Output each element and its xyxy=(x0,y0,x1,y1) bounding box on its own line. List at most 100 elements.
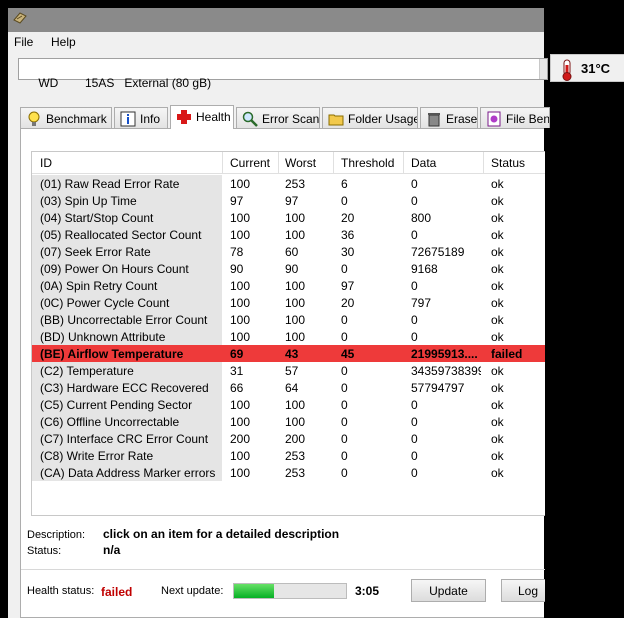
table-row[interactable]: (C6) Offline Uncorrectable 100 100 0 0 ok xyxy=(32,413,545,430)
main-window: File Help WD 15AS External (80 gB) Bench… xyxy=(8,8,550,618)
tab-file-benc[interactable]: File Benc xyxy=(480,107,550,128)
column-header-threshold[interactable]: Threshold xyxy=(341,156,394,170)
attribute-id-cell: (BD) Unknown Attribute xyxy=(32,328,222,345)
data-cell: 0 xyxy=(411,194,418,208)
tab-error-scan[interactable]: Error Scan xyxy=(236,107,320,128)
table-row[interactable]: (CA) Data Address Marker errors 100 253 0 0 o… xyxy=(32,464,545,481)
table-row[interactable]: (C8) Write Error Rate 100 253 0 0 ok xyxy=(32,447,545,464)
status-cell: ok xyxy=(491,415,504,429)
status-cell: ok xyxy=(491,398,504,412)
tab-folder-usage[interactable]: Folder Usage xyxy=(322,107,418,128)
threshold-cell: 0 xyxy=(341,398,348,412)
data-cell: 21995913.... xyxy=(411,347,478,361)
data-cell: 0 xyxy=(411,177,418,191)
table-row[interactable]: (BD) Unknown Attribute 100 100 0 0 ok xyxy=(32,328,545,345)
table-row[interactable]: (0A) Spin Retry Count 100 100 97 0 ok xyxy=(32,277,545,294)
tab-bar: Benchmark Info Health Error Scan Folder Usag… xyxy=(20,105,550,129)
status-cell: ok xyxy=(491,262,504,276)
table-row[interactable]: (03) Spin Up Time 97 97 0 0 ok xyxy=(32,192,545,209)
table-row[interactable]: (BB) Uncorrectable Error Count 100 100 0 0 ok xyxy=(32,311,545,328)
current-cell: 90 xyxy=(230,262,244,276)
data-cell: 0 xyxy=(411,398,418,412)
table-row[interactable]: (01) Raw Read Error Rate 100 253 6 0 ok xyxy=(32,175,545,192)
smart-attributes-table[interactable]: ID Current Worst Threshold Data Status (… xyxy=(31,151,545,516)
attribute-id-cell: (BB) Uncorrectable Error Count xyxy=(32,311,222,328)
health-status-label: Health status: xyxy=(27,585,95,597)
chevron-down-icon[interactable] xyxy=(539,59,547,79)
attribute-id-cell: (BE) Airflow Temperature xyxy=(32,345,222,362)
current-cell: 97 xyxy=(230,194,244,208)
column-header-data[interactable]: Data xyxy=(411,156,436,170)
lightbulb-icon xyxy=(28,111,40,126)
worst-cell: 97 xyxy=(285,194,299,208)
threshold-cell: 6 xyxy=(341,177,348,191)
tab-label: Health xyxy=(196,110,231,124)
column-header-worst[interactable]: Worst xyxy=(285,156,316,170)
trash-icon xyxy=(428,113,440,127)
worst-cell: 100 xyxy=(285,279,306,293)
threshold-cell: 20 xyxy=(341,211,355,225)
threshold-cell: 30 xyxy=(341,245,355,259)
current-cell: 100 xyxy=(230,449,251,463)
status-cell: failed xyxy=(491,347,523,361)
menu-help[interactable]: Help xyxy=(51,35,76,49)
threshold-cell: 0 xyxy=(341,330,348,344)
table-row[interactable]: (BE) Airflow Temperature 69 43 45 21995913..… xyxy=(32,345,545,362)
current-cell: 78 xyxy=(230,245,244,259)
table-row[interactable]: (C2) Temperature 31 57 0 34359738399 ok xyxy=(32,362,545,379)
tab-label: Benchmark xyxy=(46,112,107,126)
threshold-cell: 0 xyxy=(341,364,348,378)
column-divider xyxy=(403,152,404,174)
current-cell: 100 xyxy=(230,466,251,480)
data-cell: 800 xyxy=(411,211,432,225)
attribute-id-cell: (09) Power On Hours Count xyxy=(32,260,222,277)
table-row[interactable]: (05) Reallocated Sector Count 100 100 36 0 ok xyxy=(32,226,545,243)
column-header-current[interactable]: Current xyxy=(230,156,270,170)
status-label: Status: xyxy=(27,545,62,557)
drive-select[interactable]: WD 15AS External (80 gB) xyxy=(18,58,548,90)
worst-cell: 64 xyxy=(285,381,299,395)
table-row[interactable]: (C3) Hardware ECC Recovered 66 64 0 57794797… xyxy=(32,379,545,396)
table-row[interactable]: (09) Power On Hours Count 90 90 0 9168 ok xyxy=(32,260,545,277)
status-cell: ok xyxy=(491,381,504,395)
tab-benchmark[interactable]: Benchmark xyxy=(20,107,112,128)
attribute-id-cell: (0C) Power Cycle Count xyxy=(32,294,222,311)
current-cell: 69 xyxy=(230,347,244,361)
table-row[interactable]: (07) Seek Error Rate 78 60 30 72675189 ok xyxy=(32,243,545,260)
threshold-cell: 0 xyxy=(341,449,348,463)
attribute-id-cell: (03) Spin Up Time xyxy=(32,192,222,209)
column-header-status[interactable]: Status xyxy=(491,156,525,170)
status-cell: ok xyxy=(491,228,504,242)
status-cell: ok xyxy=(491,296,504,310)
table-row[interactable]: (0C) Power Cycle Count 100 100 20 797 ok xyxy=(32,294,545,311)
health-status-value: failed xyxy=(101,585,133,599)
status-cell: ok xyxy=(491,279,504,293)
temperature-indicator: 31°C xyxy=(550,54,624,82)
column-header-id[interactable]: ID xyxy=(40,156,52,170)
tab-info[interactable]: Info xyxy=(114,107,168,128)
worst-cell: 253 xyxy=(285,466,306,480)
current-cell: 100 xyxy=(230,330,251,344)
current-cell: 100 xyxy=(230,415,251,429)
tab-health[interactable]: Health xyxy=(170,105,234,129)
status-cell: ok xyxy=(491,211,504,225)
data-cell: 0 xyxy=(411,279,418,293)
description-label: Description: xyxy=(27,529,86,541)
attribute-id-cell: (C7) Interface CRC Error Count xyxy=(32,430,222,447)
menu-file[interactable]: File xyxy=(14,35,33,49)
red-cross-icon xyxy=(177,110,191,124)
status-cell: ok xyxy=(491,177,504,191)
info-icon xyxy=(120,111,136,127)
column-divider xyxy=(483,152,484,174)
attribute-id-cell: (04) Start/Stop Count xyxy=(32,209,222,226)
table-row[interactable]: (C5) Current Pending Sector 100 100 0 0 ok xyxy=(32,396,545,413)
table-row[interactable]: (C7) Interface CRC Error Count 200 200 0 0 ok xyxy=(32,430,545,447)
tab-erase[interactable]: Erase xyxy=(420,107,478,128)
log-button[interactable]: Log xyxy=(501,579,545,602)
update-button[interactable]: Update xyxy=(411,579,486,602)
status-cell: ok xyxy=(491,449,504,463)
table-row[interactable]: (04) Start/Stop Count 100 100 20 800 ok xyxy=(32,209,545,226)
worst-cell: 253 xyxy=(285,177,306,191)
attribute-id-cell: (C5) Current Pending Sector xyxy=(32,396,222,413)
worst-cell: 60 xyxy=(285,245,299,259)
